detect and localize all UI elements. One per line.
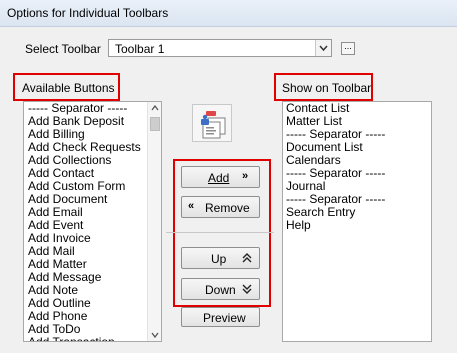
- toolbar-select[interactable]: Toolbar 1: [108, 39, 332, 57]
- list-item[interactable]: Add Transaction: [24, 336, 161, 342]
- chevron-down-icon[interactable]: [315, 40, 331, 56]
- add-button[interactable]: Add »: [181, 166, 260, 188]
- available-buttons-list[interactable]: ----- Separator ----- Add Bank Deposit Add…: [23, 101, 162, 342]
- list-item[interactable]: Help: [283, 219, 431, 232]
- double-chevron-right-icon: »: [242, 170, 249, 182]
- toolbar-select-value: Toolbar 1: [115, 42, 165, 56]
- browse-toolbar-button[interactable]: ...: [341, 42, 355, 55]
- scroll-down-icon[interactable]: [151, 332, 159, 338]
- scroll-up-icon[interactable]: [151, 105, 159, 111]
- panel-title: Options for Individual Toolbars: [7, 6, 169, 20]
- double-chevron-down-icon: [242, 284, 252, 294]
- available-list-scrollbar[interactable]: [147, 102, 161, 341]
- down-button[interactable]: Down: [181, 278, 260, 300]
- select-toolbar-label: Select Toolbar: [25, 42, 101, 56]
- double-chevron-left-icon: «: [188, 200, 195, 212]
- toolbar-preview-icon: [192, 104, 232, 142]
- preview-button-label: Preview: [203, 311, 246, 325]
- show-on-toolbar-heading: Show on Toolbar: [282, 81, 372, 95]
- available-buttons-heading: Available Buttons: [22, 81, 115, 95]
- preview-button[interactable]: Preview: [181, 307, 260, 327]
- divider: [166, 232, 274, 233]
- scroll-thumb[interactable]: [150, 117, 160, 131]
- show-on-toolbar-list[interactable]: Contact List Matter List ----- Separator -…: [282, 101, 432, 342]
- up-button-label: Up: [211, 252, 227, 266]
- add-button-label: Add: [208, 171, 230, 185]
- panel-header: Options for Individual Toolbars: [0, 0, 457, 27]
- double-chevron-up-icon: [242, 253, 252, 263]
- up-button[interactable]: Up: [181, 247, 260, 269]
- down-button-label: Down: [205, 283, 236, 297]
- remove-button[interactable]: « Remove: [181, 196, 260, 218]
- remove-button-label: Remove: [205, 201, 250, 215]
